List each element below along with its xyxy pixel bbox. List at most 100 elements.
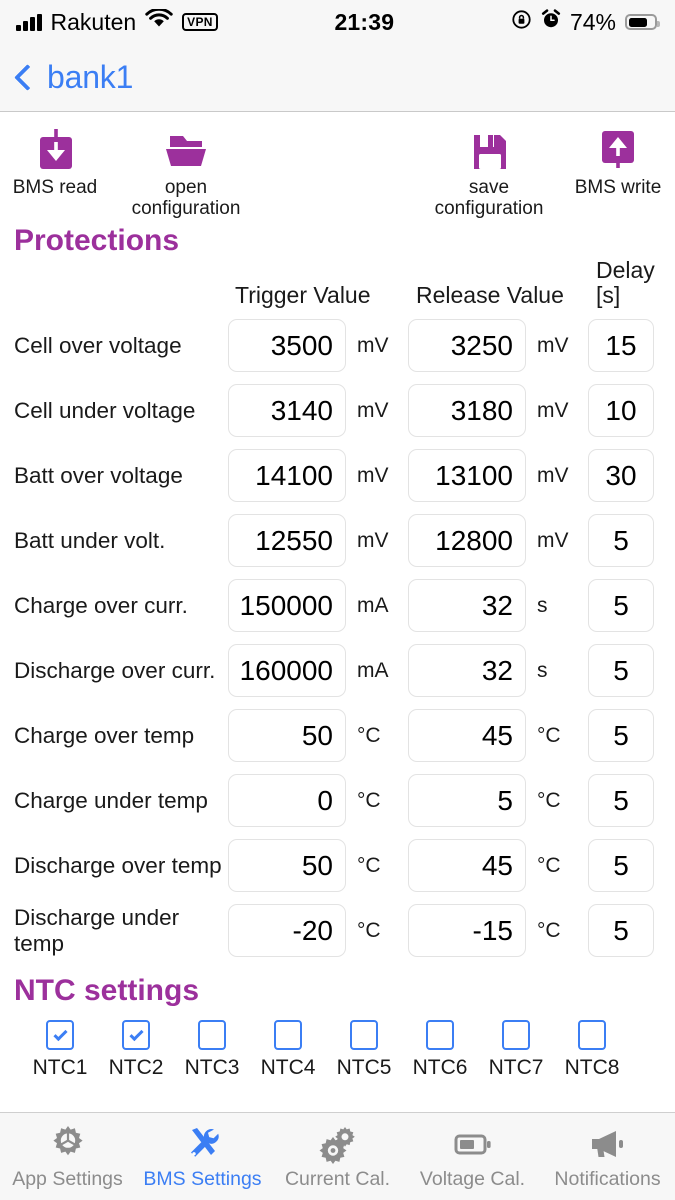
delay-input[interactable]: 5 (588, 904, 654, 957)
download-square-icon (30, 128, 80, 174)
open-configuration-button[interactable]: open configuration (111, 128, 261, 220)
trigger-value-input[interactable]: 3500 (228, 319, 346, 372)
release-value-input[interactable]: 3180 (408, 384, 526, 437)
ntc-checkbox-ntc6[interactable]: NTC6 (402, 1020, 478, 1080)
tab-app-settings[interactable]: App Settings (0, 1123, 135, 1191)
release-value-input[interactable]: 3250 (408, 319, 526, 372)
trigger-value-input[interactable]: 12550 (228, 514, 346, 567)
ntc-label: NTC3 (184, 1056, 240, 1079)
trigger-unit-label: mV (357, 398, 389, 422)
trigger-unit-label: °C (357, 788, 381, 812)
release-unit-label: mV (537, 398, 569, 422)
tab-notifications[interactable]: Notifications (540, 1123, 675, 1191)
trigger-value-input[interactable]: 160000 (228, 644, 346, 697)
trigger-value-input[interactable]: 3140 (228, 384, 346, 437)
release-unit-label: s (537, 658, 548, 682)
release-value-input[interactable]: 13100 (408, 449, 526, 502)
release-unit-label: mV (537, 528, 569, 552)
row-label: Charge over curr. (14, 592, 188, 618)
bms-write-button[interactable]: BMS write (543, 128, 675, 198)
protections-rows: Cell over voltage 3500 mV 3250 mV 15 Cell unde… (0, 313, 675, 963)
checkbox-icon[interactable] (350, 1020, 378, 1050)
release-value-input[interactable]: 45 (408, 839, 526, 892)
checkbox-icon[interactable] (46, 1020, 74, 1050)
checkbox-icon[interactable] (426, 1020, 454, 1050)
delay-input[interactable]: 10 (588, 384, 654, 437)
tab-notifications-label: Notifications (554, 1167, 661, 1190)
release-value-input[interactable]: 12800 (408, 514, 526, 567)
release-value-input[interactable]: 32 (408, 579, 526, 632)
row-label: Discharge over curr. (14, 657, 216, 683)
ntc-label: NTC6 (412, 1056, 468, 1079)
delay-input[interactable]: 5 (588, 774, 654, 827)
delay-input[interactable]: 30 (588, 449, 654, 502)
release-unit-label: °C (537, 788, 561, 812)
tab-voltage-cal[interactable]: Voltage Cal. (405, 1123, 540, 1191)
delay-input[interactable]: 15 (588, 319, 654, 372)
trigger-unit-label: mV (357, 528, 389, 552)
back-button[interactable]: bank1 (14, 59, 133, 96)
trigger-value-input[interactable]: 50 (228, 709, 346, 762)
tab-voltage-cal-label: Voltage Cal. (419, 1167, 526, 1190)
checkbox-icon[interactable] (502, 1020, 530, 1050)
tab-current-cal-label: Current Cal. (284, 1167, 391, 1190)
checkbox-icon[interactable] (274, 1020, 302, 1050)
ntc-checkbox-ntc2[interactable]: NTC2 (98, 1020, 174, 1080)
trigger-value-input[interactable]: 0 (228, 774, 346, 827)
row-label: Discharge under temp (14, 904, 180, 956)
trigger-value-input[interactable]: 50 (228, 839, 346, 892)
row-label: Cell under voltage (14, 397, 196, 423)
chevron-left-icon (14, 64, 41, 91)
delay-input[interactable]: 5 (588, 514, 654, 567)
delay-input[interactable]: 5 (588, 709, 654, 762)
checkbox-icon[interactable] (578, 1020, 606, 1050)
release-value-input[interactable]: 45 (408, 709, 526, 762)
ntc-label: NTC1 (32, 1056, 88, 1079)
megaphone-icon (586, 1123, 630, 1165)
header-delay: Delay [s] (596, 256, 655, 309)
checkbox-icon[interactable] (122, 1020, 150, 1050)
ntc-checkbox-ntc3[interactable]: NTC3 (174, 1020, 250, 1080)
ntc-checkbox-ntc8[interactable]: NTC8 (554, 1020, 630, 1080)
save-configuration-button[interactable]: save configuration (414, 128, 564, 220)
open-configuration-label: open configuration (131, 177, 241, 220)
ntc-settings-title: NTC settings (14, 974, 200, 1007)
release-value-input[interactable]: 32 (408, 644, 526, 697)
trigger-unit-label: °C (357, 853, 381, 877)
tools-icon (182, 1123, 224, 1165)
delay-input[interactable]: 5 (588, 644, 654, 697)
ntc-label: NTC4 (260, 1056, 316, 1079)
checkbox-icon[interactable] (198, 1020, 226, 1050)
ntc-checkbox-ntc5[interactable]: NTC5 (326, 1020, 402, 1080)
table-row: Cell over voltage 3500 mV 3250 mV 15 (0, 313, 675, 378)
trigger-value-input[interactable]: 150000 (228, 579, 346, 632)
ntc-checkbox-ntc7[interactable]: NTC7 (478, 1020, 554, 1080)
delay-input[interactable]: 5 (588, 839, 654, 892)
folder-icon (156, 128, 216, 174)
row-label: Batt under volt. (14, 527, 166, 553)
action-toolbar: BMS read open configuration save configu… (0, 112, 675, 222)
release-value-input[interactable]: -15 (408, 904, 526, 957)
row-label: Batt over voltage (14, 462, 183, 488)
back-button-label: bank1 (47, 59, 134, 95)
ntc-checkbox-ntc4[interactable]: NTC4 (250, 1020, 326, 1080)
save-configuration-label: save configuration (434, 177, 544, 220)
trigger-unit-label: °C (357, 723, 381, 747)
vpn-badge: VPN (182, 12, 218, 32)
tab-current-cal[interactable]: Current Cal. (270, 1123, 405, 1191)
trigger-unit-label: mV (357, 463, 389, 487)
tab-bms-settings[interactable]: BMS Settings (135, 1123, 270, 1191)
release-unit-label: s (537, 593, 548, 617)
trigger-value-input[interactable]: -20 (228, 904, 346, 957)
release-value-input[interactable]: 5 (408, 774, 526, 827)
wifi-icon (145, 7, 173, 35)
rotation-lock-icon (511, 9, 532, 36)
delay-input[interactable]: 5 (588, 579, 654, 632)
trigger-value-input[interactable]: 14100 (228, 449, 346, 502)
ntc-label: NTC2 (108, 1056, 164, 1079)
row-label: Charge over temp (14, 722, 195, 748)
nav-bar: bank1 (0, 44, 675, 112)
ntc-checkbox-ntc1[interactable]: NTC1 (22, 1020, 98, 1080)
table-row: Batt under volt. 12550 mV 12800 mV 5 (0, 508, 675, 573)
cellular-signal-icon (16, 13, 42, 31)
